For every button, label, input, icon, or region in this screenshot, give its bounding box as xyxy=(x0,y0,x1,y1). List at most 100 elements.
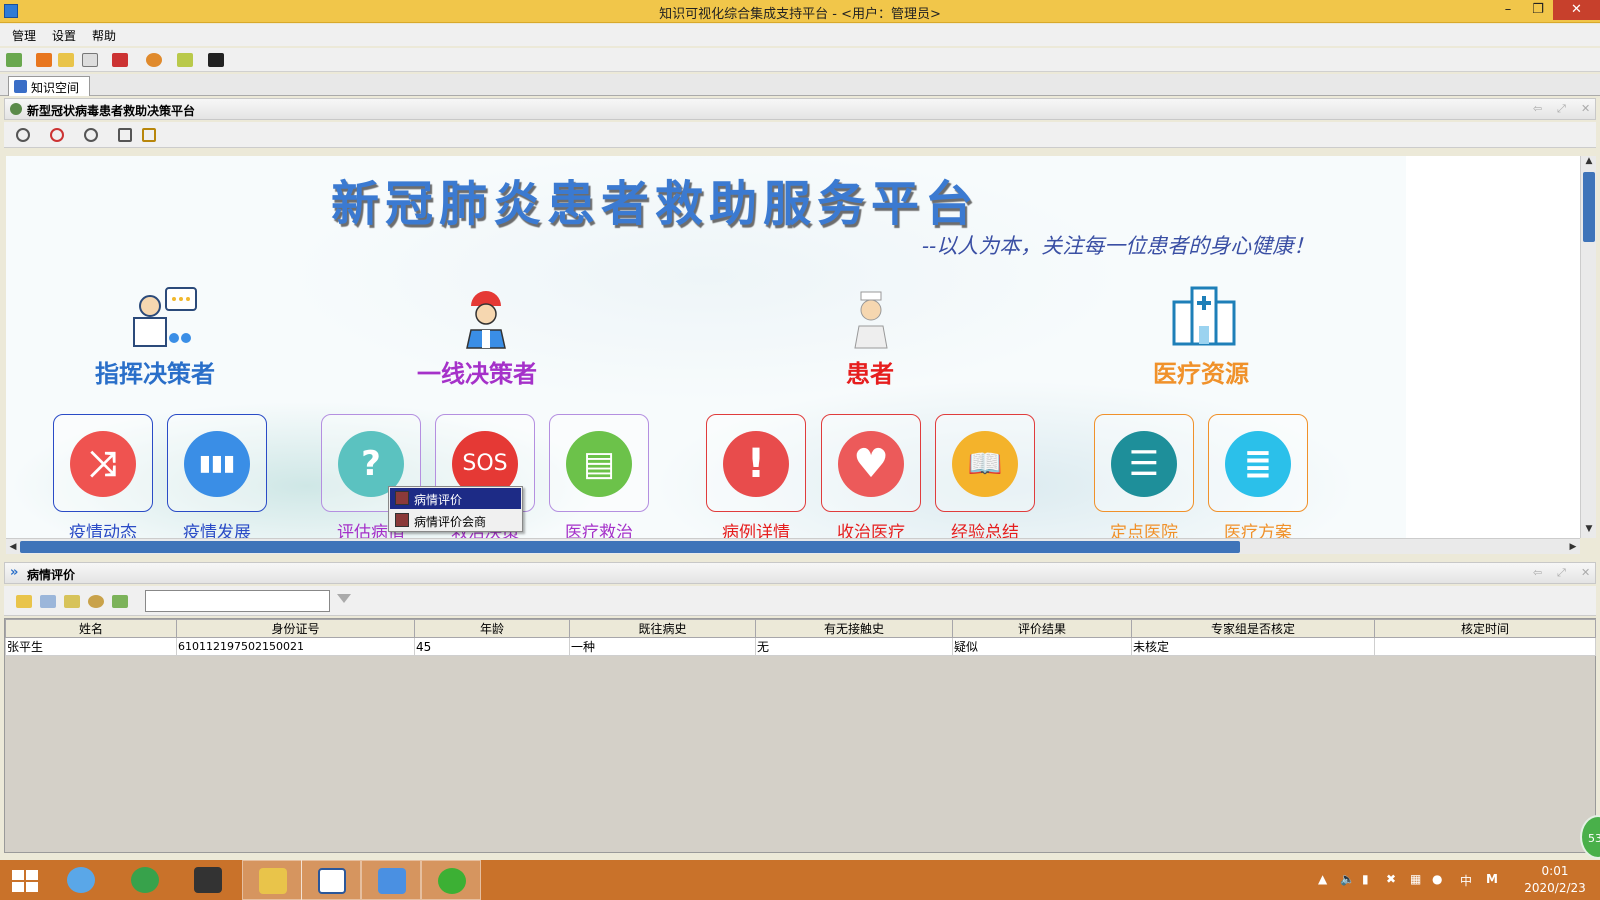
ime-indicator[interactable]: 中 xyxy=(1460,872,1472,889)
folder-icon xyxy=(259,868,287,894)
card-label[interactable]: 定点医院 xyxy=(1079,518,1209,538)
exit-icon[interactable] xyxy=(6,53,22,67)
panel-title: 新型冠状病毒患者救助决策平台 xyxy=(27,104,196,118)
maximize-icon[interactable]: ⤢ xyxy=(1557,566,1566,580)
zoom-out-icon[interactable] xyxy=(84,128,98,142)
network-warning-icon[interactable]: ✖ xyxy=(1386,872,1396,886)
close-panel-icon[interactable]: ✕ xyxy=(1581,102,1590,115)
scroll-left-icon[interactable]: ◀ xyxy=(6,539,20,555)
rss-icon[interactable] xyxy=(36,53,52,67)
column-header[interactable]: 年龄 xyxy=(414,619,570,638)
network-icon[interactable]: ▦ xyxy=(1410,872,1421,886)
taskbar-wechat[interactable] xyxy=(421,860,481,900)
colorful-ball-icon xyxy=(67,867,95,893)
horizontal-scrollbar[interactable]: ◀ ▶ xyxy=(6,538,1580,554)
power-icon[interactable]: ▮ xyxy=(1362,872,1369,886)
column-header[interactable]: 评价结果 xyxy=(952,619,1132,638)
scroll-thumb[interactable] xyxy=(1583,172,1595,242)
taskbar-app-2[interactable] xyxy=(115,860,175,900)
card-label[interactable]: 病例详情 xyxy=(691,518,821,538)
card-admission-treatment[interactable]: ♥ xyxy=(821,414,921,512)
menu-settings[interactable]: 设置 xyxy=(44,24,84,44)
card-epidemic-trend[interactable]: ▮▮▮ xyxy=(167,414,267,512)
taskbar-app-1[interactable] xyxy=(51,860,111,900)
menu-item-assessment-consult[interactable]: 病情评价会商 xyxy=(390,510,521,531)
column-header[interactable]: 核定时间 xyxy=(1374,619,1596,638)
card-label[interactable]: 收治医疗 xyxy=(806,518,936,538)
menu-manage[interactable]: 管理 xyxy=(0,24,44,44)
column-header[interactable]: 既往病史 xyxy=(569,619,756,638)
open-icon[interactable] xyxy=(16,595,32,608)
maximize-icon[interactable]: ⤢ xyxy=(1557,102,1566,116)
menu-help[interactable]: 帮助 xyxy=(84,24,124,44)
clock[interactable]: 0:01 2020/2/23 xyxy=(1520,863,1590,897)
export-icon[interactable] xyxy=(112,595,128,608)
column-header[interactable]: 身份证号 xyxy=(176,619,415,638)
hero-title: 新冠肺炎患者救助服务平台 xyxy=(331,176,980,232)
vertical-scrollbar[interactable]: ▲ ▼ xyxy=(1580,156,1596,538)
taskbar-word[interactable] xyxy=(301,860,361,900)
minimize-button[interactable]: – xyxy=(1493,0,1523,20)
card-designated-hospital[interactable]: ☰ xyxy=(1094,414,1194,512)
camera-icon[interactable] xyxy=(208,53,224,67)
print-icon[interactable] xyxy=(118,128,132,142)
column-header[interactable]: 姓名 xyxy=(5,619,177,638)
document-icon[interactable] xyxy=(82,53,98,67)
table-header-row: 姓名 身份证号 年龄 既往病史 有无接触史 评价结果 专家组是否核定 核定时间 xyxy=(5,619,1596,638)
card-label[interactable]: 医疗方案 xyxy=(1193,518,1323,538)
word-icon xyxy=(318,868,346,894)
card-epidemic-news[interactable]: ⤨ xyxy=(53,414,153,512)
heart-icon: ♥ xyxy=(838,431,904,497)
column-header[interactable]: 专家组是否核定 xyxy=(1131,619,1375,638)
ime-mode-indicator[interactable]: M xyxy=(1486,872,1498,886)
book-icon: 📖 xyxy=(952,431,1018,497)
tool-icon[interactable] xyxy=(112,53,128,67)
user-icon[interactable] xyxy=(146,53,162,67)
qq-icon[interactable]: ● xyxy=(1432,872,1442,886)
zoom-fit-icon[interactable] xyxy=(16,128,30,142)
scroll-up-icon[interactable]: ▲ xyxy=(1581,156,1597,170)
patient-icon xyxy=(854,291,888,349)
table-row[interactable]: 张平生 610112197502150021 45 一种 无 疑似 未核定 xyxy=(5,637,1596,656)
menu-item-assessment[interactable]: 病情评价 xyxy=(390,488,521,509)
card-label[interactable]: 疫情发展 xyxy=(152,518,282,538)
card-label[interactable]: 医疗救治 xyxy=(534,518,664,538)
volume-icon[interactable]: 🔈 xyxy=(1340,872,1355,886)
zoom-in-icon[interactable] xyxy=(50,128,64,142)
taskbar-app-3[interactable] xyxy=(178,860,238,900)
tray-expand-icon[interactable]: ▲ xyxy=(1318,872,1327,886)
title-bar: 知识可视化综合集成支持平台 - <用户：管理员> – ❐ ✕ xyxy=(0,0,1600,23)
scroll-right-icon[interactable]: ▶ xyxy=(1566,539,1580,555)
taskbar-explorer[interactable] xyxy=(242,860,302,900)
pin-icon[interactable]: ⇦ xyxy=(1533,566,1542,579)
card-experience-summary[interactable]: 📖 xyxy=(935,414,1035,512)
copy-icon[interactable] xyxy=(40,595,56,608)
column-header[interactable]: 有无接触史 xyxy=(755,619,953,638)
tag-icon[interactable] xyxy=(64,595,80,608)
card-label[interactable]: 疫情动态 xyxy=(38,518,168,538)
start-button[interactable] xyxy=(0,860,50,900)
hero-subtitle: --以人为本，关注每一位患者的身心健康！ xyxy=(922,234,1315,258)
filter-input[interactable] xyxy=(145,590,330,612)
cell-result: 疑似 xyxy=(952,637,1132,656)
restore-button[interactable]: ❐ xyxy=(1523,0,1553,20)
scroll-thumb[interactable] xyxy=(20,541,1240,553)
close-button[interactable]: ✕ xyxy=(1553,0,1600,20)
settings-icon[interactable] xyxy=(88,595,104,608)
filter-icon[interactable] xyxy=(337,594,351,603)
cell-history: 一种 xyxy=(569,637,756,656)
tab-knowledge-space[interactable]: 知识空间 xyxy=(8,76,90,96)
close-panel-icon[interactable]: ✕ xyxy=(1581,566,1590,579)
package-icon[interactable] xyxy=(177,53,193,67)
commander-icon xyxy=(133,287,197,347)
card-treatment-plan[interactable]: ≣ xyxy=(1208,414,1308,512)
card-case-details[interactable]: ! xyxy=(706,414,806,512)
pin-icon[interactable]: ⇦ xyxy=(1533,102,1542,115)
folder-icon[interactable] xyxy=(58,53,74,67)
scroll-down-icon[interactable]: ▼ xyxy=(1581,524,1597,538)
taskbar-platform[interactable] xyxy=(361,860,421,900)
card-medical-rescue[interactable]: ▤ xyxy=(549,414,649,512)
clipboard-icon[interactable] xyxy=(142,128,156,142)
card-label[interactable]: 经验总结 xyxy=(920,518,1050,538)
document-clock-icon: ▤ xyxy=(566,431,632,497)
